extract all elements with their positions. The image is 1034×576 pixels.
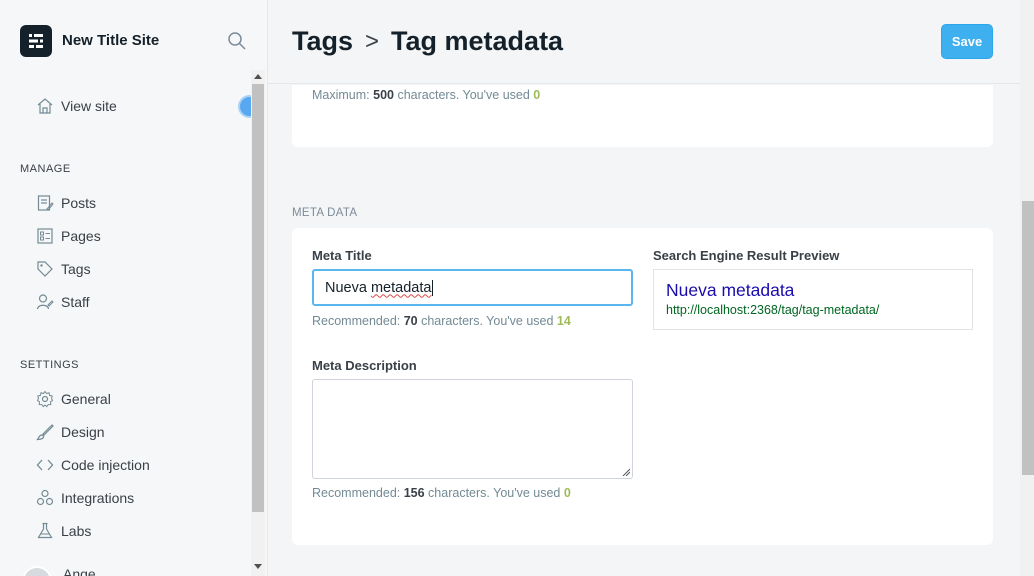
integrations-icon (36, 489, 54, 506)
home-icon (37, 98, 53, 114)
user-name[interactable]: Ange (63, 566, 96, 576)
sidebar-item-staff[interactable]: Staff (36, 290, 90, 314)
sidebar-item-label: Posts (61, 195, 97, 211)
breadcrumb-parent[interactable]: Tags (292, 26, 353, 57)
sidebar-item-labs[interactable]: Labs (36, 519, 91, 543)
counter-used: 14 (556, 314, 571, 328)
search-preview: Nueva metadata http://localhost:2368/tag… (653, 269, 973, 330)
counter-limit: 156 (403, 486, 425, 500)
meta-title-value: Nueva metadata (325, 280, 431, 296)
sidebar-item-posts[interactable]: Posts (36, 191, 96, 215)
main-content: Maximum: 500 characters. You've used 0 M… (268, 0, 1034, 576)
meta-title-word-misspelled: metadata (370, 279, 432, 296)
scroll-up-icon[interactable] (254, 74, 262, 79)
sidebar-item-pages[interactable]: Pages (36, 224, 101, 248)
sidebar-item-design[interactable]: Design (36, 420, 105, 444)
meta-description-textarea[interactable] (312, 379, 633, 479)
resize-handle-icon[interactable] (622, 468, 630, 476)
counter-middle: characters. You've used (393, 88, 534, 102)
meta-title-word: Nueva (325, 279, 367, 296)
main-scrollbar-thumb[interactable] (1022, 201, 1034, 475)
meta-data-card: Meta Title Nueva metadata Recommended: 7… (292, 228, 993, 545)
text-caret (432, 279, 434, 296)
counter-middle: characters. You've used (424, 486, 564, 500)
counter-middle: characters. You've used (417, 314, 557, 328)
counter-prefix: Maximum: (312, 88, 374, 102)
sidebar-item-integrations[interactable]: Integrations (36, 486, 134, 510)
sidebar-item-view-site[interactable]: View site (36, 94, 117, 118)
meta-description-label: Meta Description (312, 358, 417, 373)
search-preview-url: http://localhost:2368/tag/tag-metadata/ (666, 303, 880, 317)
sidebar-item-label: Labs (61, 523, 92, 539)
scroll-down-icon[interactable] (254, 564, 262, 569)
sidebar-scrollbar-thumb[interactable] (252, 84, 264, 512)
counter-limit: 70 (403, 314, 418, 328)
gear-icon (36, 390, 54, 408)
counter-used: 0 (533, 88, 541, 102)
sidebar-nav: View site MANAGE Posts Pages Tags Staff … (0, 70, 250, 576)
meta-title-counter: Recommended: 70 characters. You've used … (312, 314, 571, 328)
tag-icon (37, 261, 53, 277)
counter-used: 0 (563, 486, 571, 500)
pages-icon (37, 228, 53, 244)
meta-description-counter: Recommended: 156 characters. You've used… (312, 486, 571, 500)
brand[interactable]: New Title Site (20, 24, 159, 57)
code-icon (36, 459, 54, 471)
settings-heading: SETTINGS (20, 359, 80, 371)
sidebar-item-label: View site (61, 98, 117, 114)
sidebar-item-general[interactable]: General (36, 387, 111, 411)
page-title: Tag metadata (391, 26, 564, 56)
description-counter: Maximum: 500 characters. You've used 0 (312, 88, 540, 102)
breadcrumb: Tags > Tag metadata (292, 26, 563, 57)
search-icon[interactable] (226, 30, 248, 52)
posts-icon (37, 195, 54, 211)
save-button[interactable]: Save (941, 24, 993, 59)
section-label: META DATA (292, 207, 358, 219)
sidebar-item-label: General (61, 391, 111, 407)
meta-title-label: Meta Title (312, 248, 372, 263)
sidebar-scrollbar[interactable] (251, 70, 265, 576)
site-title: New Title Site (62, 32, 160, 49)
sidebar-item-tags[interactable]: Tags (36, 257, 91, 281)
counter-prefix: Recommended: (312, 486, 404, 500)
sidebar-item-label: Tags (61, 261, 91, 277)
sidebar-item-label: Code injection (61, 457, 150, 473)
meta-title-input[interactable]: Nueva metadata (312, 269, 633, 306)
sidebar-item-code-injection[interactable]: Code injection (36, 453, 150, 477)
page-header: Tags > Tag metadata Save (268, 0, 1020, 84)
brush-icon (36, 424, 54, 441)
staff-icon (36, 294, 54, 310)
logo-icon (20, 24, 52, 57)
counter-limit: 500 (373, 88, 394, 102)
sidebar: New Title Site View site MANAGE Posts Pa… (0, 0, 268, 576)
description-card: Maximum: 500 characters. You've used 0 (292, 85, 993, 147)
search-preview-title: Nueva metadata (666, 280, 795, 300)
chevron-right-icon: > (365, 27, 380, 55)
sidebar-item-label: Design (61, 424, 105, 440)
sidebar-item-label: Pages (61, 228, 101, 244)
counter-prefix: Recommended: (312, 314, 404, 328)
manage-heading: MANAGE (20, 163, 71, 175)
sidebar-item-label: Integrations (61, 490, 135, 506)
flask-icon (37, 522, 53, 539)
search-preview-label: Search Engine Result Preview (653, 248, 840, 263)
sidebar-item-label: Staff (61, 294, 90, 310)
main-scrollbar[interactable] (1020, 0, 1034, 576)
